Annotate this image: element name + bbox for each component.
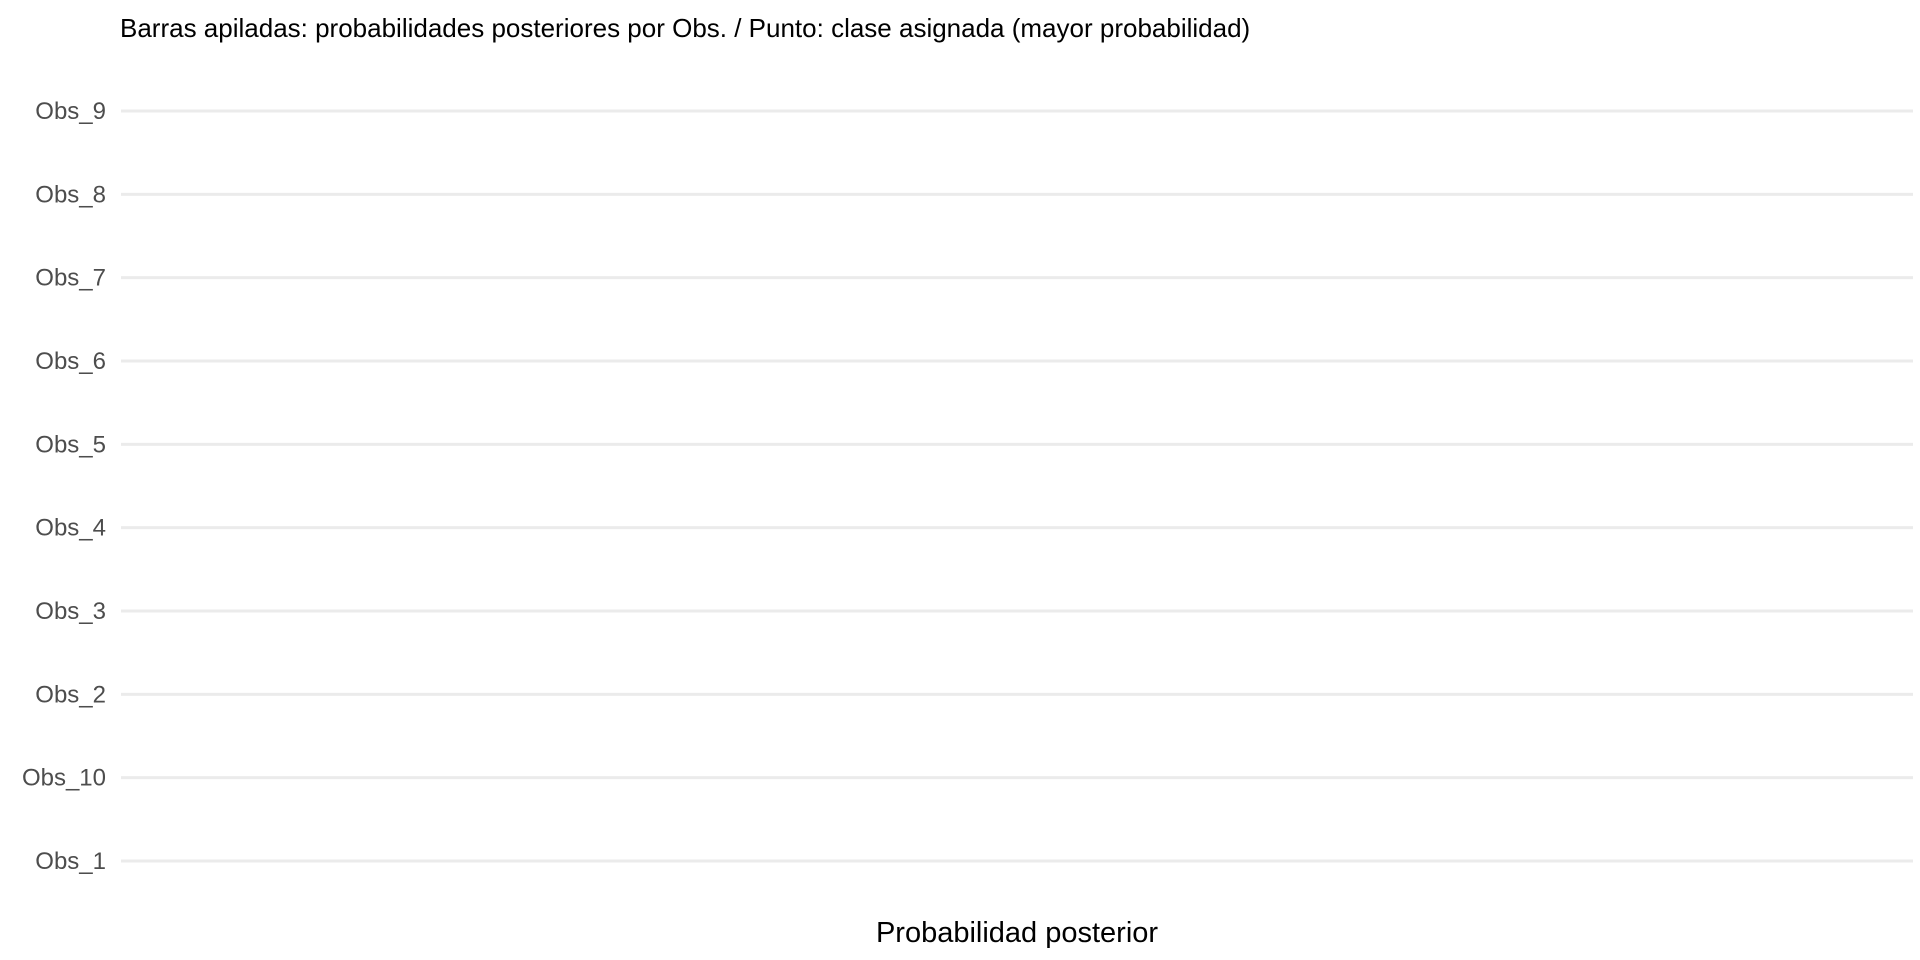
y-tick-label-obs-1: Obs_1 (35, 848, 106, 875)
stacked-bar-chart: Barras apiladas: probabilidades posterio… (22, 13, 1913, 949)
y-tick-label-obs-9: Obs_9 (35, 98, 106, 125)
y-tick-label-obs-3: Obs_3 (35, 598, 106, 625)
chart-title: Barras apiladas: probabilidades posterio… (120, 13, 1250, 43)
y-tick-label-obs-2: Obs_2 (35, 681, 106, 708)
y-tick-label-obs-6: Obs_6 (35, 348, 106, 375)
y-tick-label-obs-4: Obs_4 (35, 515, 106, 542)
y-tick-label-obs-10: Obs_10 (22, 765, 106, 792)
y-tick-label-obs-5: Obs_5 (35, 431, 106, 458)
y-tick-label-obs-8: Obs_8 (35, 181, 106, 208)
y-tick-label-obs-7: Obs_7 (35, 265, 106, 292)
plot-area: Obs_1 Obs_10 Obs_2 Obs_3 Obs_4 Obs_5 Obs_6 Obs_… (22, 98, 1913, 875)
x-axis-title: Probabilidad posterior (876, 917, 1158, 949)
